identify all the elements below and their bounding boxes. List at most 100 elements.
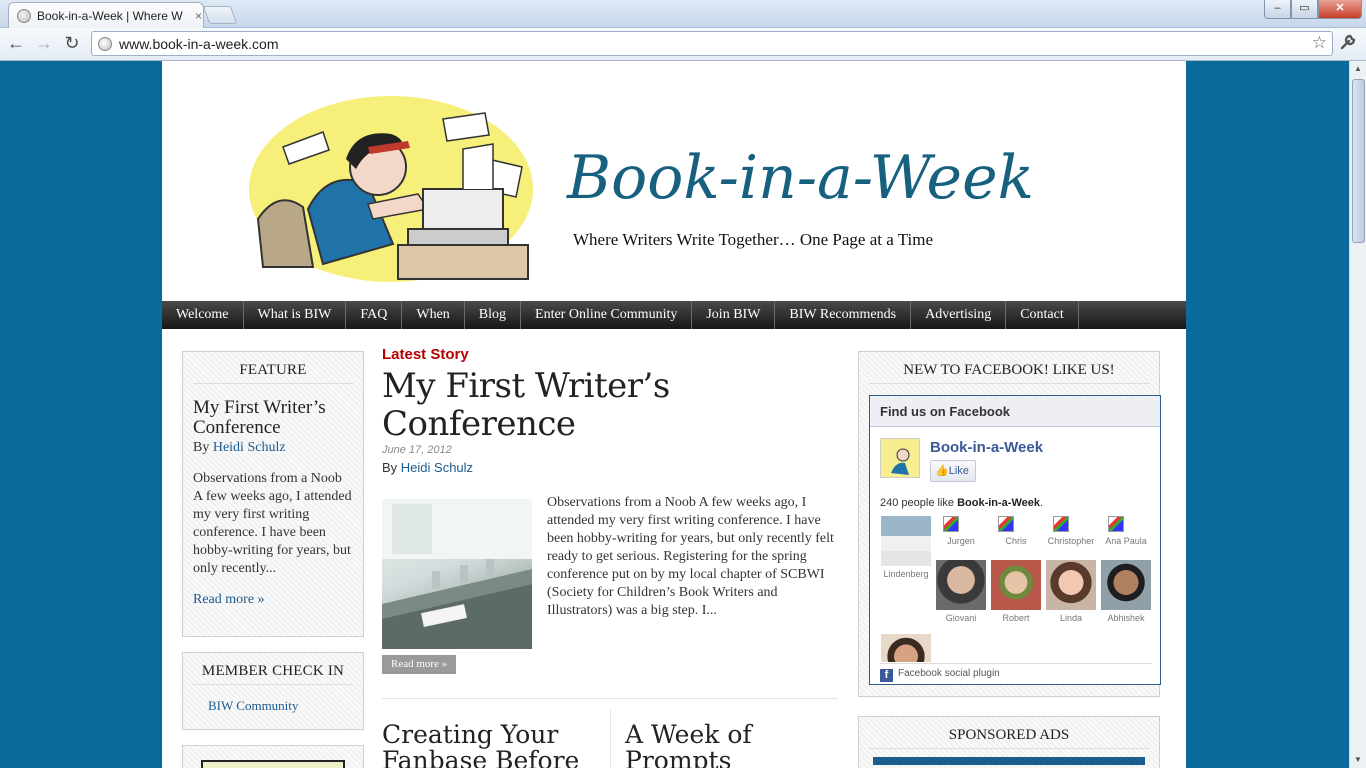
fan-avatar [881, 516, 931, 566]
fan-face[interactable]: Abhishek [1100, 560, 1152, 623]
facebook-icon: f [880, 669, 893, 682]
member-check-in-box: MEMBER CHECK IN BIW Community [182, 652, 364, 730]
feature-by-prefix: By [193, 440, 210, 455]
like-count-page: Book-in-a-Week [957, 497, 1040, 509]
fan-face[interactable]: Christopher [1045, 516, 1097, 546]
feature-byline: By Heidi Schulz [193, 440, 353, 456]
fan-face[interactable]: Linda [1045, 560, 1097, 623]
site-header: Book-in-a-Week Where Writers Write Toget… [162, 61, 1186, 301]
sponsored-heading: SPONSORED ADS [869, 727, 1149, 749]
nav-advertising[interactable]: Advertising [911, 301, 1007, 329]
bookmark-star-icon[interactable]: ☆ [1312, 33, 1327, 53]
fan-avatar [1046, 560, 1096, 610]
latest-story-label: Latest Story [382, 346, 469, 363]
window-controls: – ▭ ✕ [1264, 0, 1362, 19]
broken-image-icon [1108, 516, 1124, 532]
close-window-button[interactable]: ✕ [1318, 0, 1362, 19]
facebook-plugin-footer: f Facebook social plugin [880, 663, 1152, 684]
wrench-menu-icon[interactable] [1339, 33, 1357, 56]
story-divider [382, 698, 838, 699]
main-navigation: Welcome What is BIW FAQ When Blog Enter … [162, 301, 1186, 329]
story-read-more-button[interactable]: Read more » [382, 655, 457, 674]
address-bar[interactable]: www.book-in-a-week.com ☆ [91, 31, 1333, 56]
feature-box: FEATURE My First Writer’s Conference By … [182, 351, 364, 637]
feature-excerpt: Observations from a Noob A few weeks ago… [193, 471, 352, 576]
sidebar-box-3 [182, 745, 364, 768]
minimize-button[interactable]: – [1264, 0, 1291, 19]
member-heading: MEMBER CHECK IN [193, 663, 353, 685]
fan-name: Giovani [945, 613, 977, 623]
fan-avatar [936, 560, 986, 610]
nav-faq[interactable]: FAQ [346, 301, 403, 329]
story-link-creating-your-fanbase[interactable]: Creating Your Fanbase Before [382, 722, 597, 768]
nav-biw-recommends[interactable]: BIW Recommends [775, 301, 912, 329]
feature-heading: FEATURE [193, 362, 353, 384]
biw-community-link[interactable]: BIW Community [208, 698, 338, 714]
fan-face[interactable]: Jurgen [935, 516, 987, 546]
fan-face[interactable] [880, 634, 932, 665]
tab-close-icon[interactable]: × [195, 9, 202, 23]
fan-avatar [881, 634, 931, 662]
facebook-page-avatar[interactable] [880, 438, 920, 478]
story-date: June 17, 2012 [382, 444, 452, 456]
sponsored-ads-box: SPONSORED ADS [858, 716, 1160, 768]
fan-name: Lindenberg [883, 569, 929, 579]
fan-name: Abhishek [1107, 613, 1145, 623]
fan-face[interactable]: Lindenberg [880, 516, 932, 579]
tab-title: Book-in-a-Week | Where W [37, 8, 183, 23]
scroll-up-icon[interactable]: ▲ [1350, 61, 1366, 77]
feature-author-link[interactable]: Heidi Schulz [213, 440, 286, 455]
nav-when[interactable]: When [402, 301, 465, 329]
vertical-scrollbar[interactable]: ▲ ▼ [1349, 61, 1366, 768]
nav-welcome[interactable]: Welcome [162, 301, 244, 329]
fan-name: Robert [1002, 613, 1030, 623]
page-globe-icon [98, 36, 112, 51]
url-text[interactable]: www.book-in-a-week.com [119, 36, 279, 52]
browser-tab[interactable]: Book-in-a-Week | Where W × [8, 2, 204, 28]
story-author-link[interactable]: Heidi Schulz [401, 460, 473, 475]
nav-contact[interactable]: Contact [1006, 301, 1079, 329]
reload-icon[interactable]: ↻ [61, 33, 83, 54]
column-separator [610, 710, 611, 768]
fan-face[interactable]: Giovani [935, 560, 987, 623]
globe-icon [17, 8, 31, 23]
broken-image-icon [1053, 516, 1069, 532]
fan-face[interactable]: Robert [990, 560, 1042, 623]
latest-story: Latest Story My First Writer’s Conferenc… [382, 346, 838, 768]
sponsored-ad-banner[interactable] [873, 757, 1145, 765]
browser-toolbar: ← → ↻ www.book-in-a-week.com ☆ [0, 28, 1366, 61]
facebook-footer-text[interactable]: Facebook social plugin [898, 668, 1000, 679]
story-byline: By Heidi Schulz [382, 460, 838, 475]
fan-face[interactable]: Chris [990, 516, 1042, 546]
facebook-like-button[interactable]: 👍Like [930, 460, 976, 482]
maximize-button[interactable]: ▭ [1291, 0, 1318, 19]
feature-title[interactable]: My First Writer’s Conference [193, 398, 353, 438]
facebook-box-title: Find us on Facebook [870, 396, 1160, 427]
story-by-prefix: By [382, 460, 398, 475]
scrollbar-thumb[interactable] [1352, 79, 1365, 243]
sidebar-banner-image[interactable] [201, 760, 345, 768]
fan-name: Linda [1059, 613, 1083, 623]
fan-face[interactable]: Ana Paula [1100, 516, 1152, 546]
new-tab-button[interactable] [202, 6, 238, 24]
facebook-like-box: Find us on Facebook Book-in-a-Week 👍Like… [869, 395, 1161, 685]
story-excerpt: Observations from a Noob A few weeks ago… [547, 495, 834, 618]
nav-join-biw[interactable]: Join BIW [692, 301, 776, 329]
facebook-like-count: 240 people like Book-in-a-Week. [880, 497, 1043, 509]
writer-illustration[interactable] [248, 89, 538, 284]
thumbs-up-icon: 👍 [935, 465, 949, 477]
forward-icon[interactable]: → [33, 33, 55, 54]
story-link-a-week-of-prompts[interactable]: A Week of Prompts [625, 722, 805, 768]
nav-enter-online-community[interactable]: Enter Online Community [521, 301, 693, 329]
fan-name: Ana Paula [1105, 536, 1147, 546]
site-logo-text[interactable]: Book-in-a-Week [567, 143, 1034, 213]
scroll-down-icon[interactable]: ▼ [1350, 752, 1366, 768]
fan-name: Chris [1005, 536, 1027, 546]
story-title[interactable]: My First Writer’s Conference [382, 367, 838, 443]
page-content: Book-in-a-Week Where Writers Write Toget… [162, 61, 1186, 768]
nav-blog[interactable]: Blog [465, 301, 522, 329]
feature-read-more-link[interactable]: Read more » [193, 592, 353, 608]
back-icon[interactable]: ← [5, 33, 27, 54]
conference-table-image[interactable] [382, 499, 532, 649]
nav-what-is-biw[interactable]: What is BIW [244, 301, 347, 329]
